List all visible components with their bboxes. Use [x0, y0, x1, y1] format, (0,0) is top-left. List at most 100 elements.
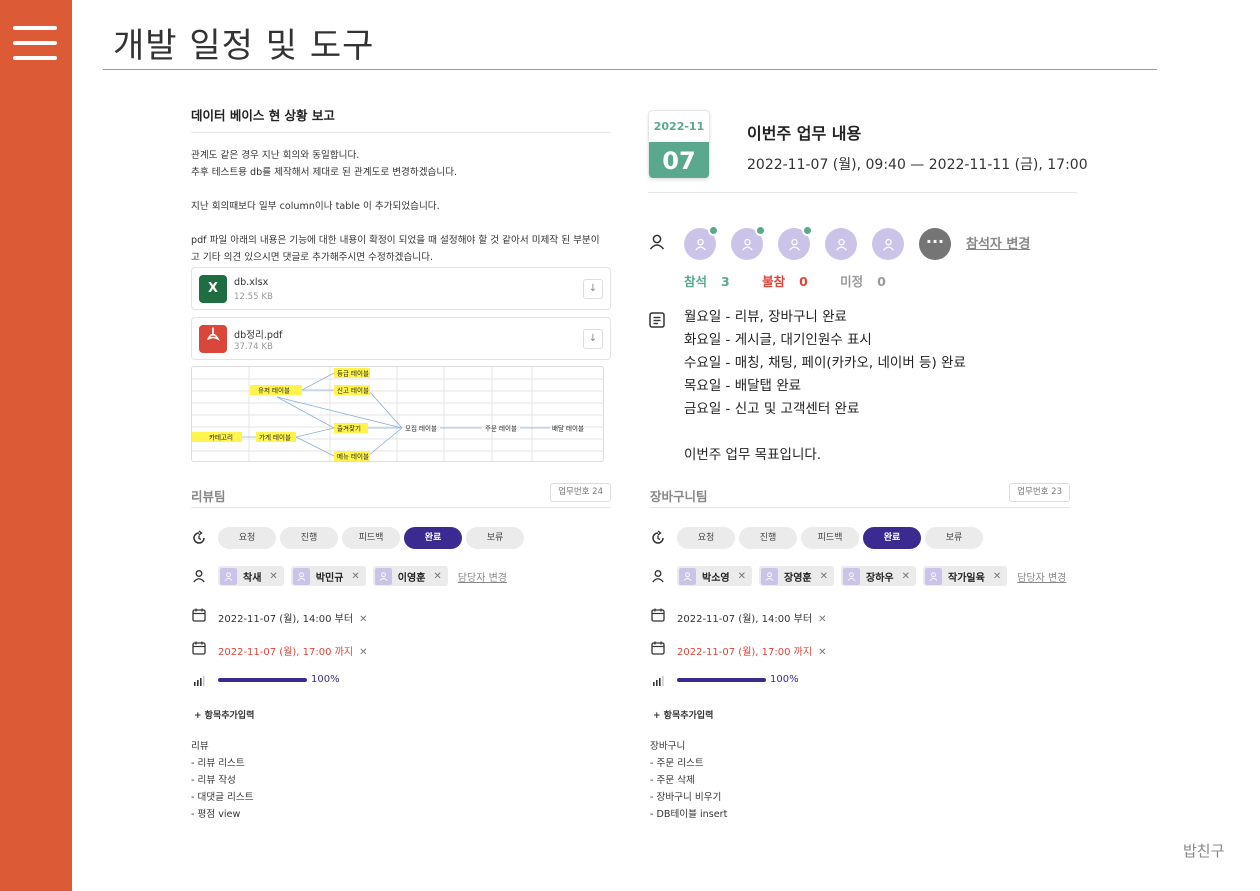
attendee-avatar[interactable] — [731, 225, 766, 260]
status-icon — [650, 530, 666, 550]
add-item-button[interactable]: + 항목추가입력 — [653, 708, 713, 721]
excel-icon: X — [199, 275, 227, 303]
status-option[interactable]: 보류 — [466, 527, 524, 549]
progress-icon — [650, 672, 666, 692]
report-line: pdf 파일 아래의 내용은 기능에 대한 내용이 확정이 되었을 때 설정해야… — [191, 235, 600, 246]
assignee-chip[interactable]: 박민규 ✕ — [290, 566, 366, 586]
task-panel-header: 장바구니팀 업무번호 23 — [650, 480, 1070, 508]
task-notes: 리뷰 - 리뷰 리스트 - 리뷰 작성 - 대댓글 리스트 - 평점 view — [191, 738, 254, 823]
attendee-avatar[interactable] — [778, 225, 813, 260]
progress-icon — [191, 672, 207, 692]
status-option[interactable]: 진행 — [280, 527, 338, 549]
confirmed-indicator — [755, 225, 766, 236]
add-item-button[interactable]: + 항목추가입력 — [194, 708, 254, 721]
end-date: 2022-11-07 (월), 17:00 까지 ✕ — [218, 647, 368, 658]
end-date: 2022-11-07 (월), 17:00 까지 ✕ — [677, 647, 827, 658]
note-line: - 리뷰 작성 — [191, 775, 236, 786]
assignee-chip[interactable]: 착새 ✕ — [218, 566, 284, 586]
attendee-avatar[interactable] — [825, 228, 857, 260]
clear-date-icon[interactable]: ✕ — [818, 647, 826, 658]
attachment-name: db.xlsx — [234, 277, 269, 288]
hamburger-menu-icon[interactable] — [13, 26, 57, 62]
change-assignee-link[interactable]: 담당자 변경 — [458, 569, 507, 584]
diagram-label: 신고 테이블 — [337, 386, 369, 395]
remove-icon[interactable]: ✕ — [820, 571, 828, 582]
note-line: - 주문 리스트 — [650, 758, 704, 769]
assignee-chip[interactable]: 장영훈 ✕ — [759, 566, 834, 586]
title-divider — [103, 69, 1157, 70]
attachment-list: X db.xlsx 12.55 KB ↓ db정리.pdf 37.74 KB ↓ — [191, 267, 611, 360]
task-notes: 장바구니 - 주문 리스트 - 주문 삭제 - 장바구니 비우기 - DB테이블 ins… — [650, 738, 727, 823]
status-option[interactable]: 보류 — [925, 527, 983, 549]
event-description: 월요일 - 리뷰, 장바구니 완료 화요일 - 게시글, 대기인원수 표시 수요… — [684, 306, 966, 467]
event-day: 07 — [649, 142, 709, 178]
assignee-chip[interactable]: 이영훈 ✕ — [372, 566, 448, 586]
task-panel-header: 리뷰팀 업무번호 24 — [191, 480, 611, 508]
attachment-name: db정리.pdf — [234, 330, 283, 341]
report-heading: 데이터 베이스 현 상황 보고 — [191, 100, 611, 133]
description-line: 이번주 업무 목표입니다. — [684, 447, 822, 463]
diagram-label: 모집 테이블 — [405, 424, 437, 433]
status-option[interactable]: 요청 — [218, 527, 276, 549]
attachment-pdf[interactable]: db정리.pdf 37.74 KB ↓ — [191, 317, 611, 360]
remove-icon[interactable]: ✕ — [269, 571, 277, 582]
clear-date-icon[interactable]: ✕ — [818, 614, 826, 625]
more-attendees-button[interactable]: ··· — [919, 228, 951, 260]
avatar — [761, 567, 778, 585]
download-icon[interactable]: ↓ — [583, 329, 603, 349]
erd-diagram-image[interactable]: 등급 테이블 유저 테이블 신고 테이블 카테고리 가게 테이블 즐겨찾기 모집… — [191, 366, 604, 462]
remove-icon[interactable]: ✕ — [433, 571, 441, 582]
start-date: 2022-11-07 (월), 14:00 부터 ✕ — [218, 614, 368, 625]
remove-icon[interactable]: ✕ — [738, 571, 746, 582]
change-assignee-link[interactable]: 담당자 변경 — [1017, 569, 1066, 584]
sidebar — [0, 0, 72, 891]
download-icon[interactable]: ↓ — [583, 279, 603, 299]
avatar — [925, 567, 942, 585]
team-name: 장바구니팀 — [650, 489, 708, 504]
task-number: 업무번호 23 — [1009, 483, 1070, 502]
diagram-label: 메뉴 테이블 — [337, 452, 369, 461]
clear-date-icon[interactable]: ✕ — [359, 614, 367, 625]
attachment-xlsx[interactable]: X db.xlsx 12.55 KB ↓ — [191, 267, 611, 310]
description-line: 월요일 - 리뷰, 장바구니 완료 — [684, 309, 847, 325]
event-time: 2022-11-07 (월), 09:40 — 2022-11-11 (금), … — [747, 157, 1088, 173]
assignee-chip[interactable]: 박소영 ✕ — [677, 566, 752, 586]
assignee-name: 작가일육 — [948, 572, 985, 584]
start-date: 2022-11-07 (월), 14:00 부터 ✕ — [677, 614, 827, 625]
status-option[interactable]: 진행 — [739, 527, 797, 549]
attendee-avatar[interactable] — [684, 225, 719, 260]
page-title: 개발 일정 및 도구 — [113, 26, 375, 66]
event-month: 2022-11 — [653, 120, 705, 133]
note-line: - 리뷰 리스트 — [191, 758, 245, 769]
remove-icon[interactable]: ✕ — [902, 571, 910, 582]
note-line: - 장바구니 비우기 — [650, 792, 722, 803]
diagram-label: 즐겨찾기 — [337, 424, 361, 433]
progress-bar[interactable] — [218, 677, 307, 682]
progress-label: 100% — [770, 674, 799, 685]
assignee-chip[interactable]: 작가일육 ✕ — [923, 566, 1008, 586]
remove-icon[interactable]: ✕ — [351, 571, 359, 582]
confirmed-indicator — [708, 225, 719, 236]
note-line: - 주문 삭제 — [650, 775, 695, 786]
status-option[interactable]: 피드백 — [342, 527, 400, 549]
clear-date-icon[interactable]: ✕ — [359, 647, 367, 658]
progress: 100% — [677, 674, 799, 685]
remove-icon[interactable]: ✕ — [993, 571, 1001, 582]
report-document: 데이터 베이스 현 상황 보고 관계도 같은 경우 지난 회의와 동일합니다. … — [191, 100, 611, 266]
change-attendees-link[interactable]: 참석자 변경 — [966, 233, 1030, 252]
status-option[interactable]: 완료 — [404, 527, 462, 549]
description-line: 수요일 - 매칭, 채팅, 페이(카카오, 네이버 등) 완료 — [684, 355, 966, 371]
assignee-chip[interactable]: 장하우 ✕ — [841, 566, 916, 586]
description-line: 목요일 - 배달탭 완료 — [684, 378, 802, 394]
report-line — [191, 215, 611, 232]
report-line: 추후 테스트용 db를 제작해서 제대로 된 관계도로 변경하겠습니다. — [191, 167, 458, 178]
note-line: - DB테이블 insert — [650, 809, 728, 820]
event-title: 이번주 업무 내용 — [747, 124, 862, 143]
attendee-avatar[interactable] — [872, 228, 904, 260]
calendar-icon — [191, 640, 207, 660]
status-option[interactable]: 피드백 — [801, 527, 859, 549]
progress-bar[interactable] — [677, 677, 766, 682]
task-panel: 장바구니팀 업무번호 23 요청 진행 피드백 완료 보류박소영 ✕ 장영훈 ✕ 장하우 ✕ 작가일육… — [650, 480, 1070, 820]
status-option[interactable]: 완료 — [863, 527, 921, 549]
status-option[interactable]: 요청 — [677, 527, 735, 549]
